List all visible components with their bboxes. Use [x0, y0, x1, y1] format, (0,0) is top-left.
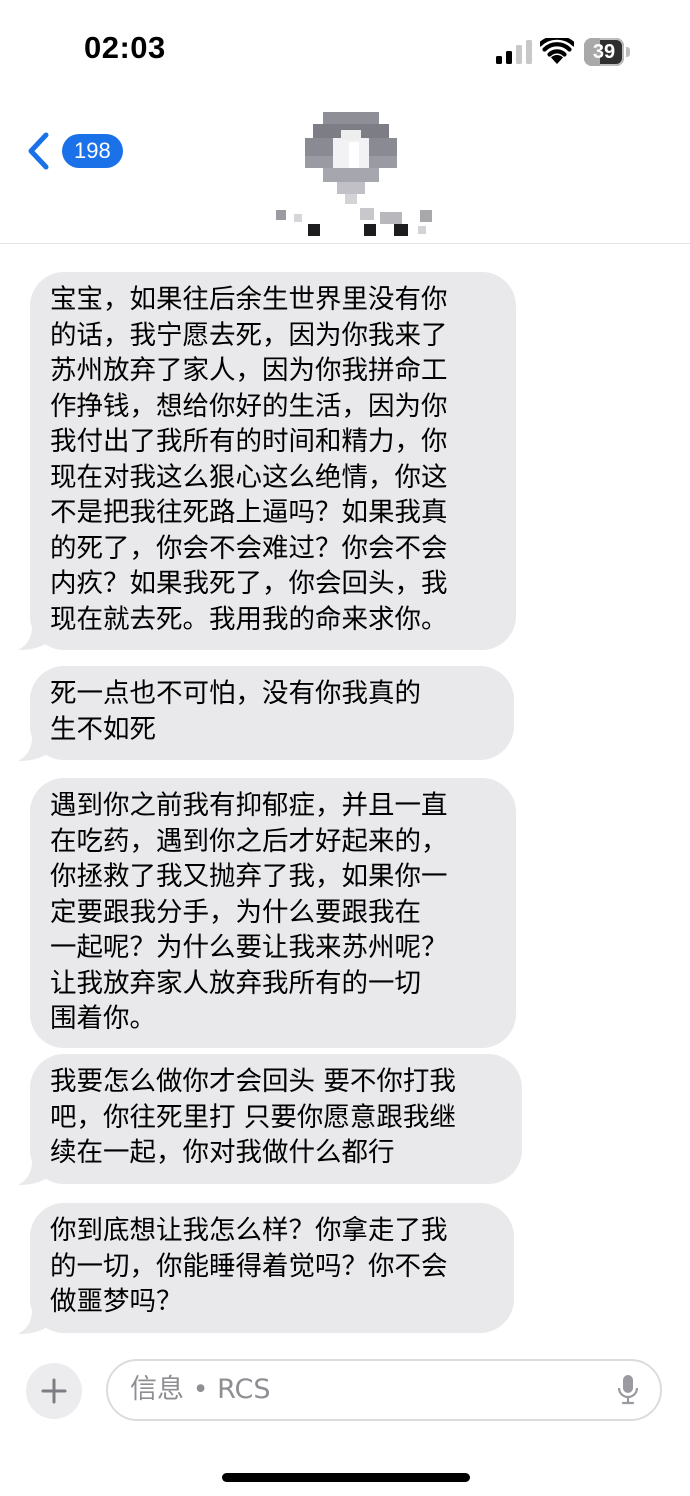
unread-count-badge: 198: [62, 134, 123, 168]
input-placeholder: 信息 • RCS: [130, 1374, 271, 1405]
message-bubble[interactable]: 死一点也不可怕，没有你我真的 生不如死: [30, 666, 514, 760]
battery-indicator: 39: [584, 38, 630, 66]
battery-icon: 39: [584, 38, 624, 66]
bubble-tail: [18, 1310, 48, 1334]
bubble-tail: [18, 1161, 48, 1185]
message-input[interactable]: 信息 • RCS: [106, 1359, 662, 1421]
person-avatar-icon[interactable]: [303, 112, 399, 204]
battery-percentage: 39: [592, 41, 616, 63]
message-bubble[interactable]: 遇到你之前我有抑郁症，并且一直 在吃药，遇到你之后才好起来的， 你拯救了我又抛弃…: [30, 778, 516, 1048]
cellular-signal-icon: [496, 40, 532, 64]
message-bubble[interactable]: 宝宝，如果往后余生世界里没有你 的话，我宁愿去死，因为你我来了 苏州放弃了家人，…: [30, 272, 516, 650]
message-bubble[interactable]: 你到底想让我怎么样？你拿走了我 的一切，你能睡得着觉吗？你不会 做噩梦吗？: [30, 1203, 514, 1333]
battery-tip: [626, 47, 630, 57]
bubble-tail: [18, 737, 48, 761]
wifi-icon: [540, 38, 574, 64]
microphone-icon[interactable]: [618, 1375, 638, 1405]
plus-icon: [41, 1378, 67, 1404]
bubble-tail: [18, 626, 48, 650]
header-divider: [0, 243, 690, 244]
add-attachment-button[interactable]: [26, 1363, 82, 1419]
contact-name-obscured: [276, 208, 432, 236]
home-indicator[interactable]: [222, 1473, 470, 1482]
status-time: 02:03: [84, 30, 166, 65]
message-bubble[interactable]: 我要怎么做你才会回头 要不你打我 吧，你往死里打 只要你愿意跟我继 续在一起，你…: [30, 1054, 522, 1184]
chevron-left-icon: [28, 132, 49, 170]
back-button[interactable]: 198: [24, 128, 123, 174]
